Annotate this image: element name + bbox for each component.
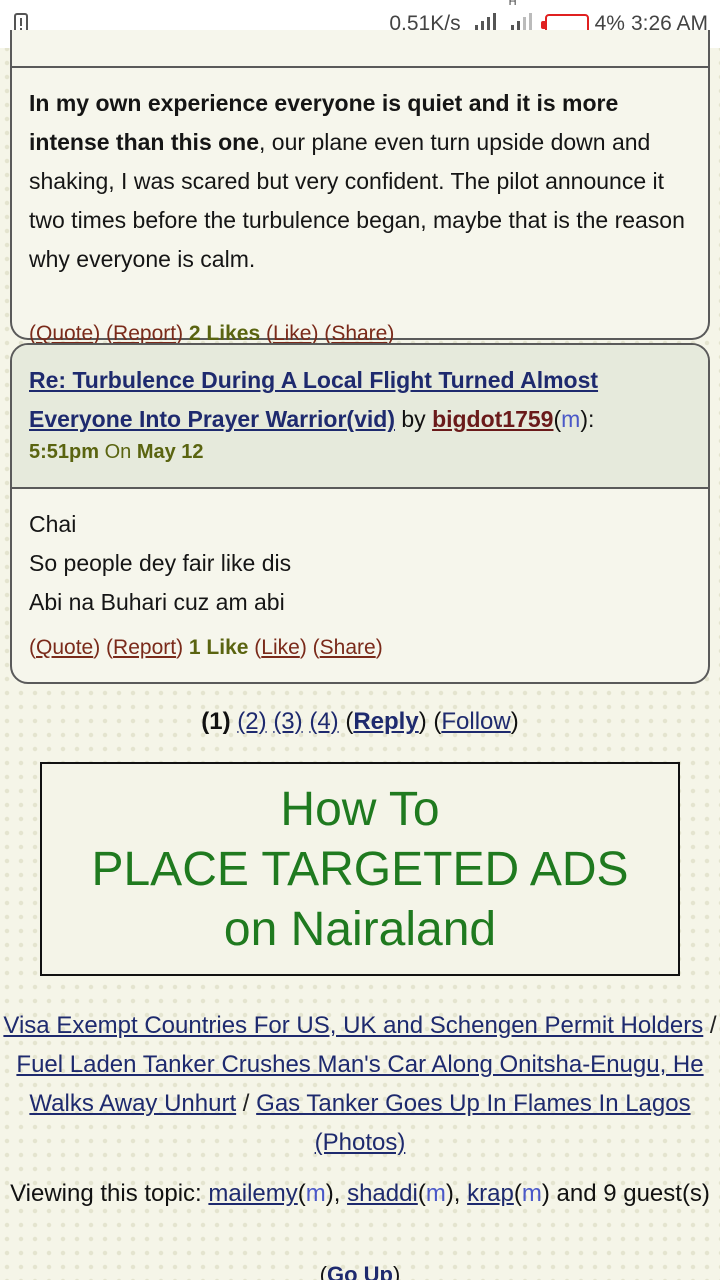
reply-link[interactable]: Reply	[353, 708, 418, 735]
gender-label: m	[425, 1180, 446, 1207]
gender-label: m	[521, 1180, 542, 1207]
page-link-3[interactable]: (3)	[273, 708, 302, 735]
post-date: May 12	[136, 441, 204, 463]
post-card: Re: Turbulence During A Local Flight Tur…	[10, 343, 710, 684]
page-link-4[interactable]: (4)	[309, 708, 338, 735]
viewers-list: Viewing this topic: mailemy(m), shaddi(m…	[10, 1180, 710, 1207]
gender-label: m	[305, 1180, 326, 1207]
report-link[interactable]: Report	[113, 636, 176, 659]
post-time: 5:51pm	[29, 441, 100, 463]
page-link-2[interactable]: (2)	[237, 708, 266, 735]
post-actions: (Quote) (Report) 1 Like (Like) (Share)	[29, 636, 383, 659]
report-link[interactable]: Report	[113, 322, 176, 345]
share-link[interactable]: Share	[331, 322, 387, 345]
likes-count: 2 Likes	[188, 322, 261, 345]
post-body: In my own experience everyone is quiet a…	[29, 84, 694, 279]
quote-link[interactable]: Quote	[36, 636, 93, 659]
like-link[interactable]: Like	[273, 322, 312, 345]
like-link[interactable]: Like	[261, 636, 300, 659]
post-header: Re: Turbulence During A Local Flight Tur…	[12, 345, 708, 489]
viewer-link[interactable]: mailemy	[208, 1180, 297, 1207]
post-card: In my own experience everyone is quiet a…	[10, 30, 710, 345]
go-up-row: (Go Up)	[0, 1262, 720, 1280]
viewer-link[interactable]: krap	[467, 1180, 514, 1207]
guests-label: and 9 guest(s)	[556, 1180, 710, 1207]
ad-line: on Nairaland	[223, 903, 497, 956]
viewer-link[interactable]: shaddi	[347, 1180, 418, 1207]
post-line: Abi na Buhari cuz am abi	[29, 589, 285, 615]
related-topics: Visa Exempt Countries For US, UK and Sch…	[3, 1012, 717, 1156]
on-label: On	[104, 441, 132, 463]
by-label: by	[401, 406, 426, 432]
post-title-line: Re: Turbulence During A Local Flight Tur…	[29, 367, 599, 432]
current-page: (1)	[201, 708, 231, 735]
go-up-link[interactable]: Go Up	[327, 1262, 393, 1280]
post-body: Chai So people dey fair like dis Abi na …	[29, 505, 694, 622]
likes-count: 1 Like	[188, 636, 249, 659]
ad-banner[interactable]: How To PLACE TARGETED ADS on Nairaland	[40, 762, 680, 976]
post-divider	[12, 66, 708, 68]
viewing-label: Viewing this topic:	[10, 1180, 202, 1207]
gender-label: m	[561, 406, 581, 432]
username-link[interactable]: bigdot1759	[432, 406, 553, 432]
follow-link[interactable]: Follow	[441, 708, 510, 735]
quote-link[interactable]: Quote	[36, 322, 93, 345]
share-link[interactable]: Share	[320, 636, 376, 659]
post-timestamp: 5:51pm On May 12	[29, 441, 204, 464]
related-link[interactable]: Gas Tanker Goes Up In Flames In Lagos (P…	[256, 1090, 690, 1156]
related-link[interactable]: Visa Exempt Countries For US, UK and Sch…	[3, 1012, 703, 1039]
post-line: So people dey fair like dis	[29, 550, 292, 576]
ad-line: How To	[280, 783, 440, 836]
ad-line: PLACE TARGETED ADS	[91, 843, 629, 896]
post-line: Chai	[29, 511, 77, 537]
pagination: (1) (2) (3) (4) (Reply) (Follow)	[201, 708, 519, 735]
